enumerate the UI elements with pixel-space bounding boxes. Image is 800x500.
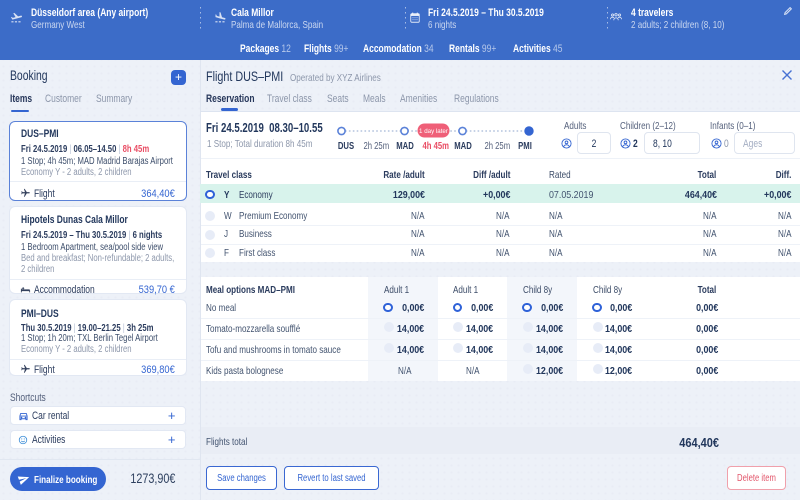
svg-text:1 day later: 1 day later (419, 128, 448, 135)
